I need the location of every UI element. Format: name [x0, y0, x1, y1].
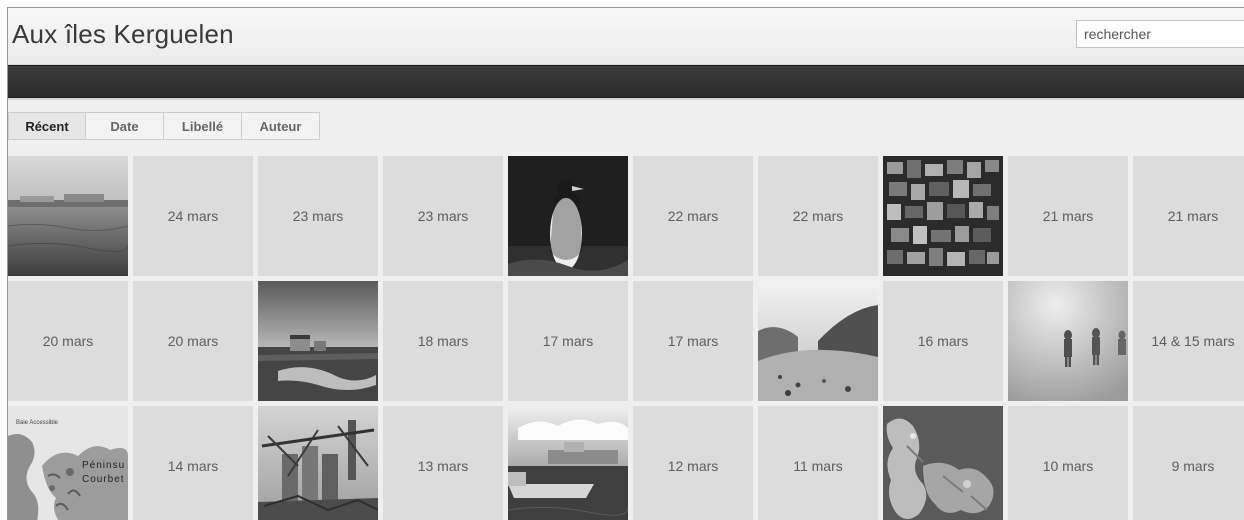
album-tile-photo[interactable]: [883, 156, 1003, 276]
harbor-photo-icon: [8, 156, 128, 276]
divider: [8, 98, 1244, 100]
island-map-photo-icon: [883, 406, 1003, 520]
album-tile-label: 21 mars: [1167, 208, 1219, 224]
album-tile[interactable]: 11 mars: [758, 406, 878, 520]
album-tile-photo[interactable]: [508, 406, 628, 520]
album-tile-label: 24 mars: [167, 208, 219, 224]
album-tile-photo[interactable]: [883, 406, 1003, 520]
album-tile[interactable]: 10 mars: [1008, 406, 1128, 520]
album-tile[interactable]: 22 mars: [758, 156, 878, 276]
album-tile-label: 17 mars: [667, 333, 719, 349]
album-tile-label: 22 mars: [667, 208, 719, 224]
album-tile[interactable]: 14 mars: [133, 406, 253, 520]
tab-author[interactable]: Auteur: [242, 112, 320, 140]
album-tile-photo[interactable]: Baie Accessible Péninsu Courbet: [8, 406, 128, 520]
album-tile[interactable]: 13 mars: [383, 406, 503, 520]
valley-photo-icon: [758, 281, 878, 401]
album-tile-label: 18 mars: [417, 333, 469, 349]
ruined-factory-photo-icon: [258, 406, 378, 520]
album-tile[interactable]: 17 mars: [508, 281, 628, 401]
album-tile-photo[interactable]: [8, 156, 128, 276]
photo-collage-icon: [883, 156, 1003, 276]
tab-label[interactable]: Libellé: [164, 112, 242, 140]
album-tile[interactable]: 24 mars: [133, 156, 253, 276]
album-tile-label: 21 mars: [1042, 208, 1094, 224]
fog-hikers-photo-icon: [1008, 281, 1128, 401]
navigation-bar: [8, 65, 1244, 98]
album-tile[interactable]: 20 mars: [133, 281, 253, 401]
album-tile[interactable]: 23 mars: [383, 156, 503, 276]
album-tile[interactable]: 21 mars: [1008, 156, 1128, 276]
album-tile-label: 9 mars: [1171, 458, 1215, 474]
site-header: Aux îles Kerguelen: [8, 8, 1244, 65]
site-title[interactable]: Aux îles Kerguelen: [12, 19, 234, 50]
album-tile-label: 17 mars: [542, 333, 594, 349]
album-tile-label: 16 mars: [917, 333, 969, 349]
penguin-photo-icon: [508, 156, 628, 276]
album-grid: 24 mars 23 mars 23 mars 22 mars 22 mars 21 ma…: [8, 156, 1244, 520]
album-tile[interactable]: 21 mars: [1133, 156, 1244, 276]
album-tile-photo[interactable]: [508, 156, 628, 276]
album-tile-photo[interactable]: [258, 406, 378, 520]
album-tile-label: 11 mars: [793, 458, 843, 474]
album-tile[interactable]: 14 & 15 mars: [1133, 281, 1244, 401]
album-tile-label: 23 mars: [417, 208, 469, 224]
map-label: Péninsu: [82, 460, 126, 471]
album-tile-label: 22 mars: [792, 208, 844, 224]
search-input[interactable]: [1076, 20, 1244, 48]
album-tile-label: 20 mars: [167, 333, 219, 349]
album-tile-label: 20 mars: [42, 333, 94, 349]
sort-tabs: Récent Date Libellé Auteur: [8, 112, 320, 140]
map-label: Baie Accessible: [16, 420, 59, 426]
album-tile[interactable]: 23 mars: [258, 156, 378, 276]
album-tile-label: 13 mars: [417, 458, 469, 474]
album-tile[interactable]: 22 mars: [633, 156, 753, 276]
album-tile-label: 14 mars: [167, 458, 219, 474]
album-tile-photo[interactable]: [758, 281, 878, 401]
map-label: Courbet: [82, 474, 125, 485]
tab-recent[interactable]: Récent: [8, 112, 86, 140]
album-tile[interactable]: 16 mars: [883, 281, 1003, 401]
album-tile-label: 10 mars: [1042, 458, 1094, 474]
album-tile-label: 12 mars: [667, 458, 719, 474]
album-tile-label: 14 & 15 mars: [1151, 333, 1235, 349]
album-tile[interactable]: 20 mars: [8, 281, 128, 401]
album-tile[interactable]: 17 mars: [633, 281, 753, 401]
page-frame: Aux îles Kerguelen Récent Date Libellé A…: [7, 7, 1244, 520]
boat-harbor-photo-icon: [508, 406, 628, 520]
tab-date[interactable]: Date: [86, 112, 164, 140]
hut-landscape-photo-icon: [258, 281, 378, 401]
album-tile-photo[interactable]: [1008, 281, 1128, 401]
album-tile[interactable]: 9 mars: [1133, 406, 1244, 520]
album-tile[interactable]: 12 mars: [633, 406, 753, 520]
album-tile-photo[interactable]: [258, 281, 378, 401]
album-tile-label: 23 mars: [292, 208, 344, 224]
album-tile[interactable]: 18 mars: [383, 281, 503, 401]
